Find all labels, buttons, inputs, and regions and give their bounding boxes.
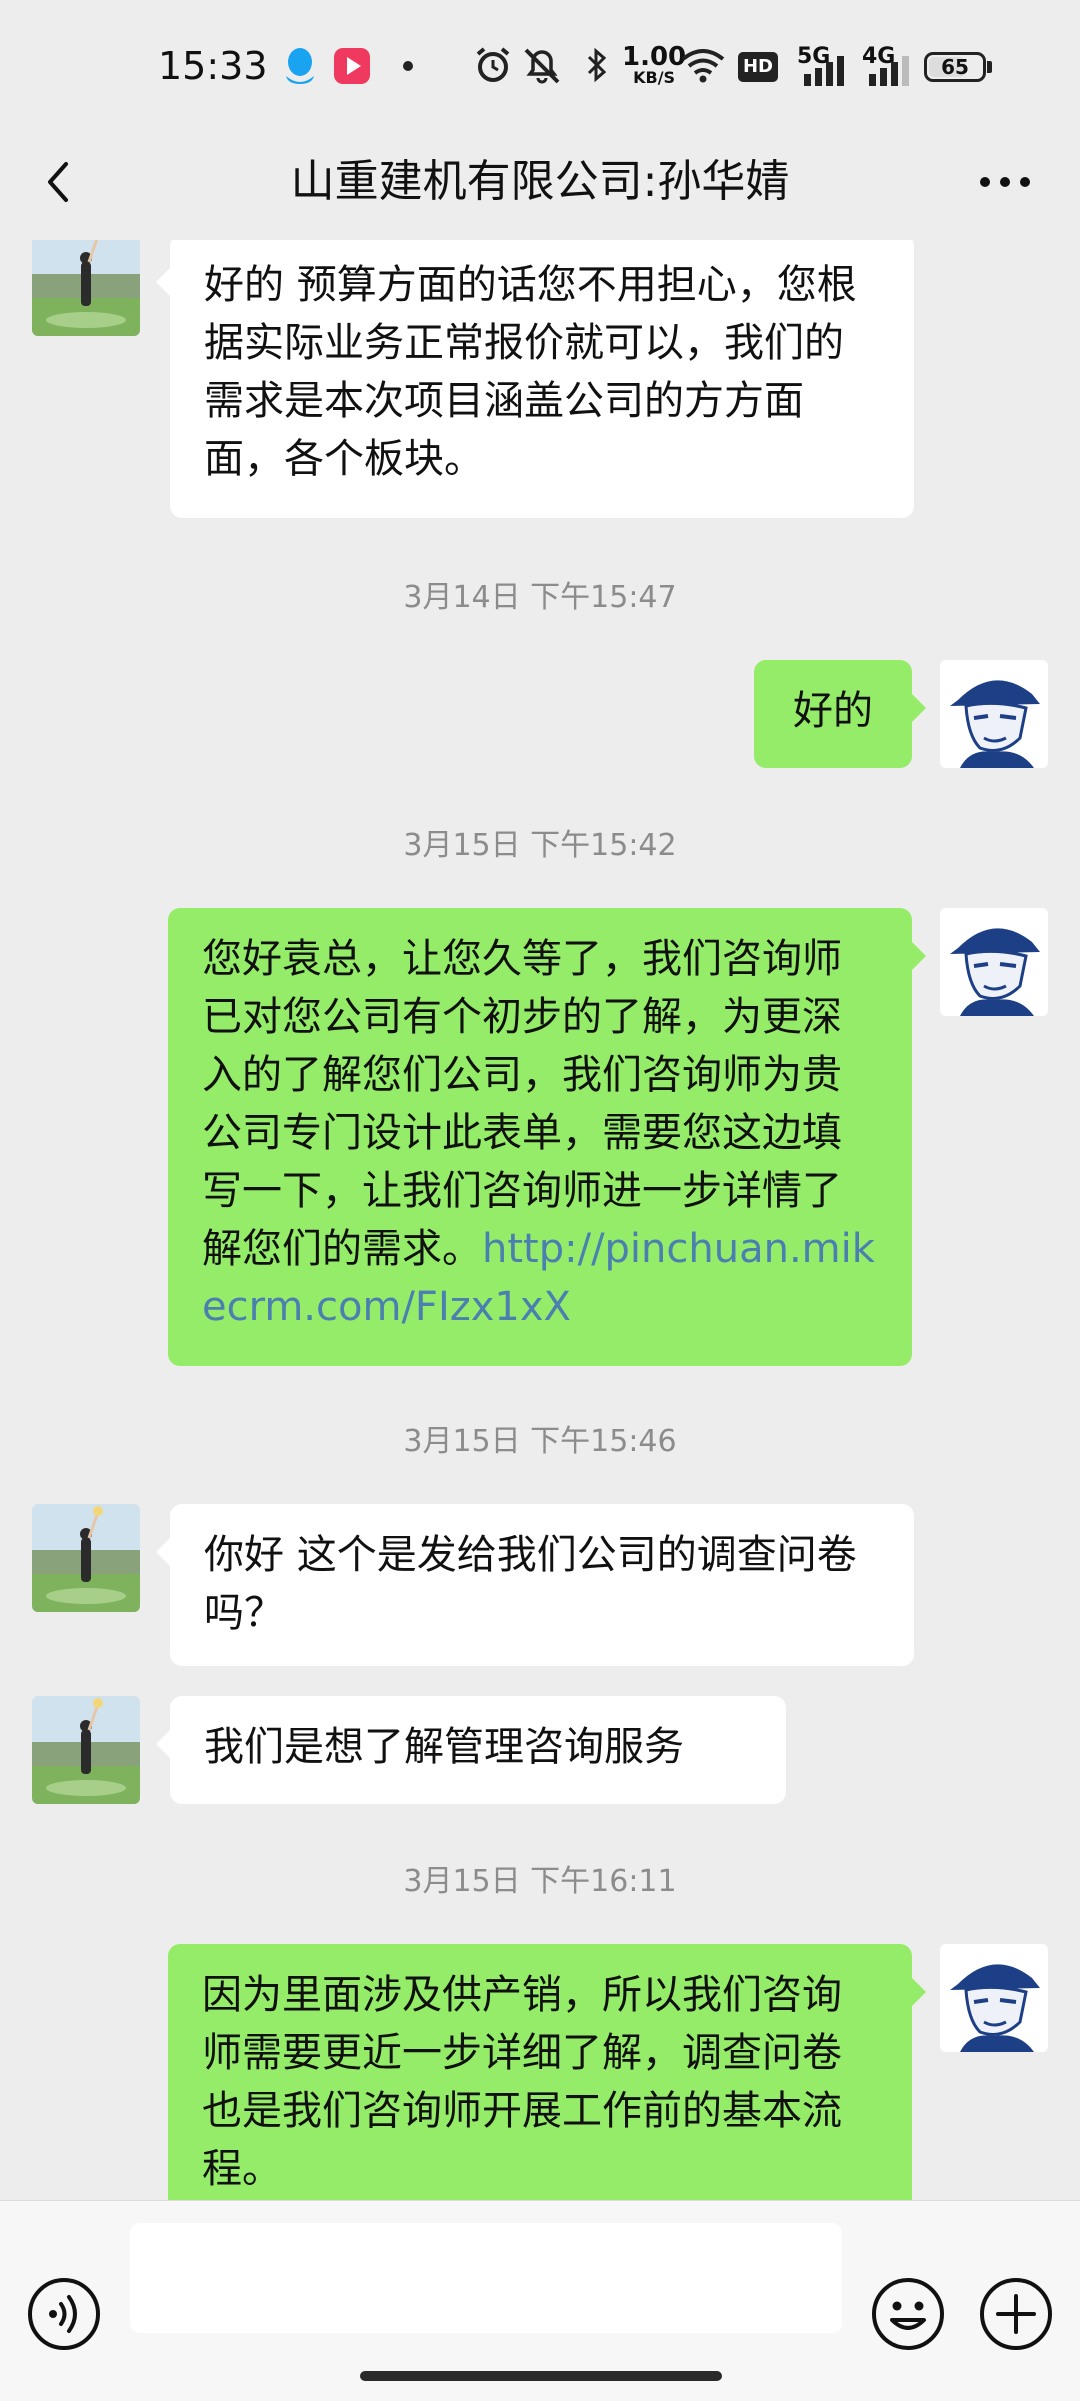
- chat-title: 山重建机有限公司:孙华婧: [290, 156, 790, 207]
- message-text: 你好 这个是发给我们公司的调查问卷吗？: [204, 1532, 857, 1636]
- message-bubble[interactable]: 好的: [754, 660, 926, 768]
- contact-avatar[interactable]: [32, 240, 140, 336]
- contact-avatar[interactable]: [32, 1504, 140, 1612]
- message-list[interactable]: 好的 预算方面的话您不用担心，您根据实际业务正常报价就可以，我们的需求是本次项目…: [0, 240, 1080, 2200]
- message-text: 好的 预算方面的话您不用担心，您根据实际业务正常报价就可以，我们的需求是本次项目…: [204, 262, 857, 482]
- wifi-icon: [681, 49, 725, 83]
- message-text: 您好袁总，让您久等了，我们咨询师已对您公司有个初步的了解，为更深入的了解您们公司…: [202, 936, 842, 1272]
- message-item-outgoing: 您好袁总，让您久等了，我们咨询师已对您公司有个初步的了解，为更深入的了解您们公司…: [0, 908, 1080, 1368]
- message-text: 我们是想了解管理咨询服务: [204, 1724, 684, 1770]
- network-speed: 1.00 KB/S: [622, 44, 686, 86]
- qq-icon: [286, 48, 314, 84]
- status-bar: 15:33 1.00 KB/S HD 5G 4G 65: [0, 0, 1080, 130]
- message-input[interactable]: [130, 2223, 842, 2333]
- message-bubble[interactable]: 因为里面涉及供产销，所以我们咨询师需要更近一步详细了解，调查问卷也是我们咨询师开…: [168, 1944, 926, 2200]
- network-speed-unit: KB/S: [633, 68, 676, 87]
- timestamp: 3月15日 下午15:46: [403, 1424, 677, 1459]
- bluetooth-icon: [587, 47, 607, 83]
- message-item-incoming: 好的 预算方面的话您不用担心，您根据实际业务正常报价就可以，我们的需求是本次项目…: [0, 240, 1080, 530]
- input-bar: [0, 2200, 1080, 2401]
- message-bubble[interactable]: 你好 这个是发给我们公司的调查问卷吗？: [156, 1504, 914, 1666]
- plus-icon[interactable]: [978, 2276, 1054, 2352]
- timestamp: 3月14日 下午15:47: [403, 580, 677, 615]
- chevron-left-icon[interactable]: [30, 152, 90, 212]
- message-text: 因为里面涉及供产销，所以我们咨询师需要更近一步详细了解，调查问卷也是我们咨询师开…: [202, 1972, 842, 2192]
- my-avatar[interactable]: [940, 1944, 1048, 2052]
- message-item-outgoing: 因为里面涉及供产销，所以我们咨询师需要更近一步详细了解，调查问卷也是我们咨询师开…: [0, 1944, 1080, 2200]
- my-avatar[interactable]: [940, 908, 1048, 1016]
- message-item-outgoing: 好的: [0, 660, 1080, 770]
- message-text: 好的: [793, 688, 873, 734]
- message-bubble[interactable]: 我们是想了解管理咨询服务: [156, 1696, 786, 1804]
- video-app-icon: [334, 48, 370, 84]
- message-bubble[interactable]: 您好袁总，让您久等了，我们咨询师已对您公司有个初步的了解，为更深入的了解您们公司…: [168, 908, 926, 1366]
- mute-bell-icon: [524, 48, 560, 84]
- my-avatar[interactable]: [940, 660, 1048, 768]
- home-indicator[interactable]: [360, 2371, 722, 2381]
- network-speed-value: 1.00: [622, 42, 687, 72]
- battery-percent: 65: [941, 55, 969, 79]
- message-bubble[interactable]: 好的 预算方面的话您不用担心，您根据实际业务正常报价就可以，我们的需求是本次项目…: [156, 240, 914, 518]
- voice-icon[interactable]: [26, 2276, 102, 2352]
- battery-indicator: 65: [924, 52, 986, 82]
- timestamp: 3月15日 下午16:11: [403, 1864, 677, 1899]
- notification-dot-icon: [403, 61, 413, 71]
- contact-avatar[interactable]: [32, 1696, 140, 1804]
- signal-5g-icon: [804, 56, 844, 86]
- battery-tip: [987, 61, 992, 73]
- emoji-icon[interactable]: [870, 2276, 946, 2352]
- status-time: 15:33: [158, 44, 268, 88]
- more-dots-icon[interactable]: [970, 152, 1040, 212]
- hd-badge: HD: [738, 52, 778, 82]
- timestamp: 3月15日 下午15:42: [403, 828, 677, 863]
- chat-header: 山重建机有限公司:孙华婧: [0, 130, 1080, 240]
- signal-4g-icon: [869, 56, 909, 86]
- message-item-incoming: 你好 这个是发给我们公司的调查问卷吗？: [0, 1504, 1080, 1668]
- alarm-icon: [476, 47, 510, 82]
- message-item-incoming: 我们是想了解管理咨询服务: [0, 1696, 1080, 1806]
